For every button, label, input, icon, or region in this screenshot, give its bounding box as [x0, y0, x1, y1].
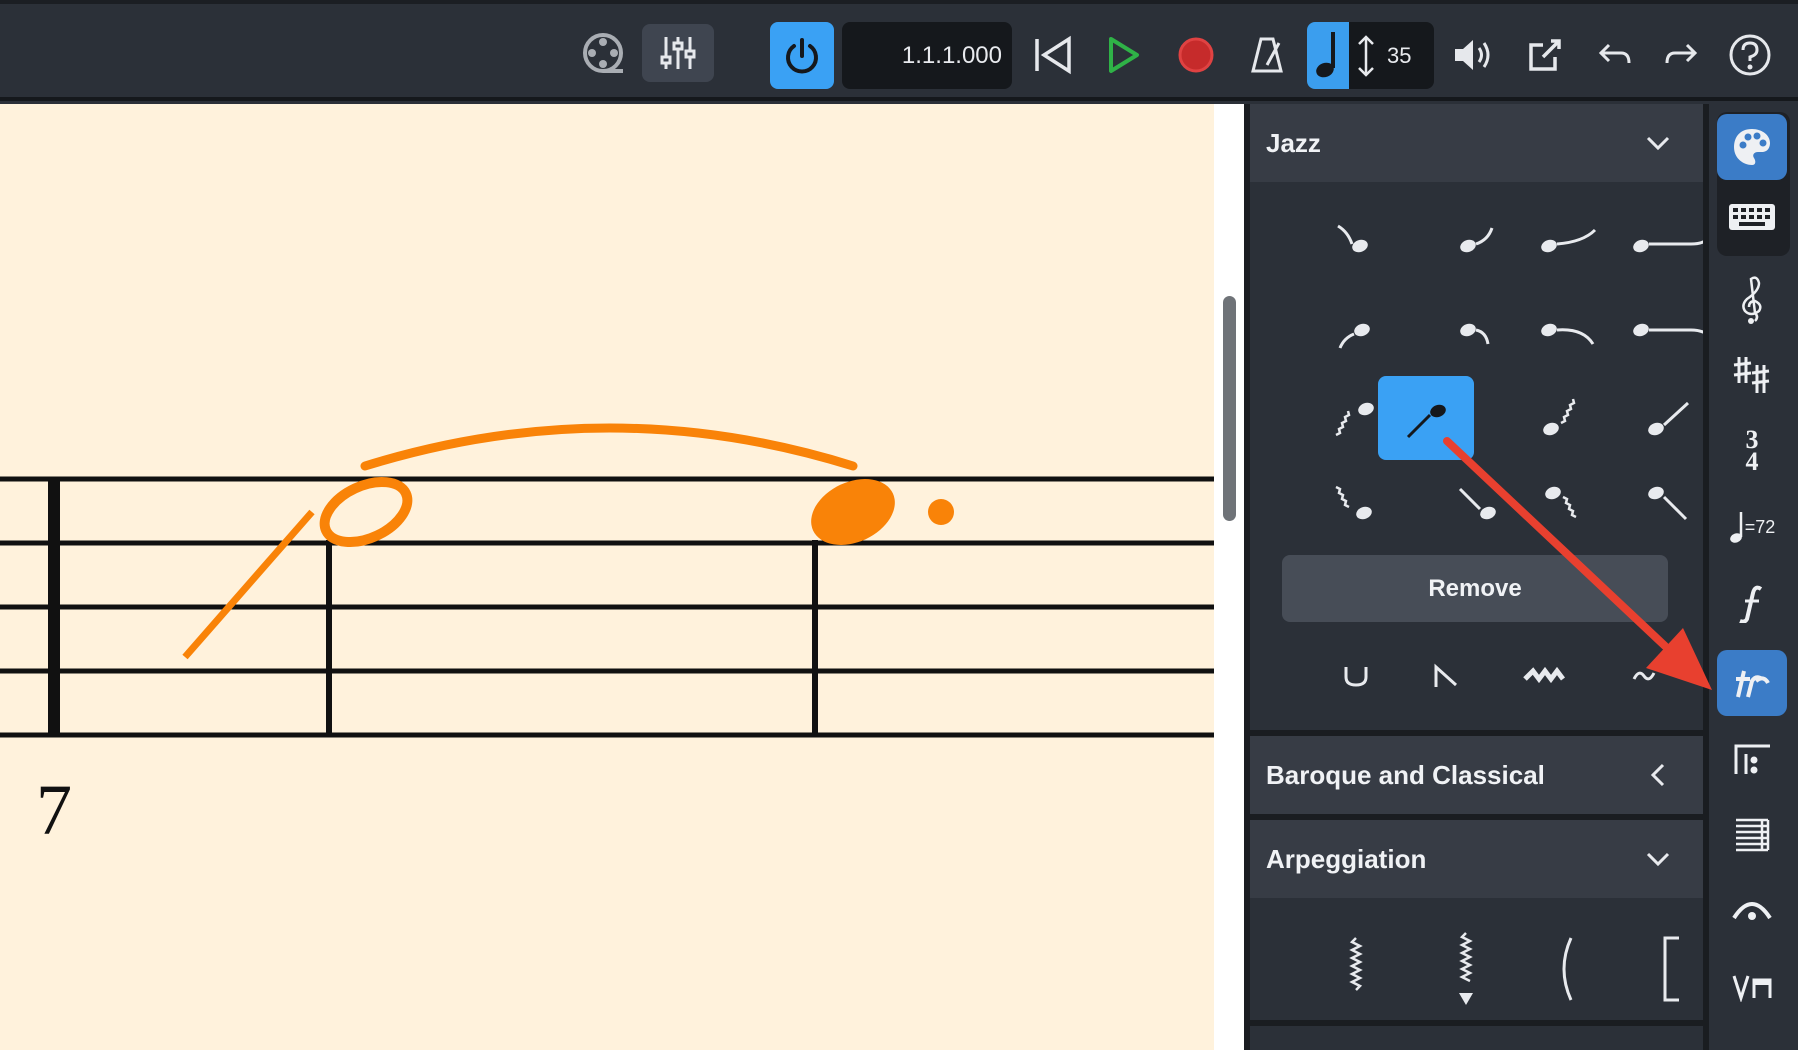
repeats-icon[interactable] — [1717, 726, 1787, 792]
palette-header-baroque[interactable]: Baroque and Classical — [1250, 736, 1703, 814]
arpeggio[interactable] — [1308, 914, 1404, 1024]
key-signature-icon[interactable] — [1717, 342, 1787, 408]
scrollbar-thumb[interactable] — [1223, 296, 1236, 521]
tempo-label: =72 — [1744, 516, 1776, 537]
chevron-left-icon — [1650, 763, 1665, 787]
plop-short[interactable] — [1430, 292, 1526, 376]
slide-out-straight[interactable] — [1622, 376, 1703, 460]
bowing-icon[interactable] — [1717, 954, 1787, 1020]
note-icon — [1307, 22, 1349, 89]
plop-long[interactable] — [1620, 292, 1703, 376]
plop-medium[interactable] — [1522, 292, 1618, 376]
doit-short[interactable] — [1430, 196, 1526, 280]
metronome-icon[interactable] — [1240, 26, 1294, 84]
chevron-down-icon — [1646, 852, 1670, 867]
palette-icon[interactable] — [1717, 114, 1787, 180]
augmentation-dot[interactable] — [928, 499, 954, 525]
tie[interactable] — [360, 423, 858, 471]
time-sig-bottom: 4 — [1745, 447, 1759, 476]
tempo-icon[interactable]: =72 — [1717, 494, 1787, 560]
chevron-down-icon — [1646, 136, 1670, 151]
volume-icon[interactable] — [1446, 26, 1500, 84]
toolbar: 1.1.1.000 35 — [0, 0, 1798, 101]
slide-in-line[interactable] — [182, 509, 315, 660]
measure-number: 7 — [36, 770, 72, 850]
remove-button[interactable]: Remove — [1282, 555, 1668, 622]
record-icon[interactable] — [1166, 26, 1226, 84]
mixer-icon[interactable] — [642, 24, 714, 82]
palette-title: Baroque and Classical — [1266, 759, 1545, 790]
power-icon[interactable] — [770, 22, 834, 89]
keyboard-icon[interactable] — [1717, 184, 1787, 250]
bend[interactable] — [1398, 634, 1494, 718]
video-icon[interactable] — [575, 24, 631, 86]
help-icon[interactable] — [1722, 24, 1778, 86]
undo-icon[interactable] — [1588, 26, 1642, 84]
up-down-arrow-icon — [1351, 22, 1381, 89]
tempo-value: 35 — [1387, 43, 1412, 68]
slide-out-wavy[interactable] — [1522, 376, 1618, 460]
ornaments-icon[interactable] — [1717, 650, 1787, 716]
fall-wavy[interactable] — [1522, 462, 1618, 546]
layout-icon[interactable] — [1717, 802, 1787, 868]
time-signature-icon[interactable]: 3 4 — [1717, 418, 1787, 484]
clef-icon[interactable] — [1717, 266, 1787, 332]
share-icon[interactable] — [1518, 26, 1572, 84]
scoop[interactable] — [1308, 292, 1404, 376]
palette-title: Jazz — [1266, 127, 1321, 158]
palette-header-arpeggiation[interactable]: Arpeggiation — [1250, 820, 1703, 898]
section-separator — [1250, 1020, 1703, 1026]
palette-panel: Jazz Remove Baroque and Classical Arpegg… — [1250, 104, 1703, 1050]
rewind-icon[interactable] — [1026, 26, 1080, 84]
play-icon[interactable] — [1095, 26, 1151, 84]
note-stem — [326, 540, 332, 736]
fermata-icon[interactable] — [1717, 876, 1787, 942]
position-display[interactable]: 1.1.1.000 — [842, 22, 1012, 89]
fall-short[interactable] — [1308, 196, 1404, 280]
doit-medium[interactable] — [1522, 196, 1618, 280]
redo-icon[interactable] — [1654, 26, 1708, 84]
fall-straight[interactable] — [1622, 462, 1703, 546]
slide-down-wavy[interactable] — [1308, 462, 1404, 546]
slide-down-straight[interactable] — [1430, 462, 1526, 546]
arpeggio-bracket-square[interactable] — [1622, 914, 1703, 1024]
staff-notation — [0, 423, 1214, 738]
slide-in-straight[interactable] — [1378, 376, 1474, 460]
arpeggio-down[interactable] — [1418, 914, 1514, 1024]
score-scrollbar[interactable] — [1214, 104, 1244, 1050]
score-canvas[interactable]: 7 — [0, 104, 1214, 1050]
smear[interactable] — [1308, 634, 1404, 718]
barline-thick — [48, 477, 60, 737]
arpeggio-bracket-round[interactable] — [1518, 914, 1614, 1024]
playback-speed-control[interactable]: 35 — [1307, 22, 1434, 89]
dynamics-icon[interactable] — [1717, 570, 1787, 636]
note-stem — [812, 540, 818, 736]
turn[interactable] — [1596, 634, 1692, 718]
palette-title: Arpeggiation — [1266, 843, 1427, 874]
palette-rail: 3 4 =72 — [1709, 104, 1798, 1050]
shake[interactable] — [1496, 634, 1592, 718]
palette-header-jazz[interactable]: Jazz — [1250, 104, 1703, 182]
doit-long[interactable] — [1620, 196, 1703, 280]
